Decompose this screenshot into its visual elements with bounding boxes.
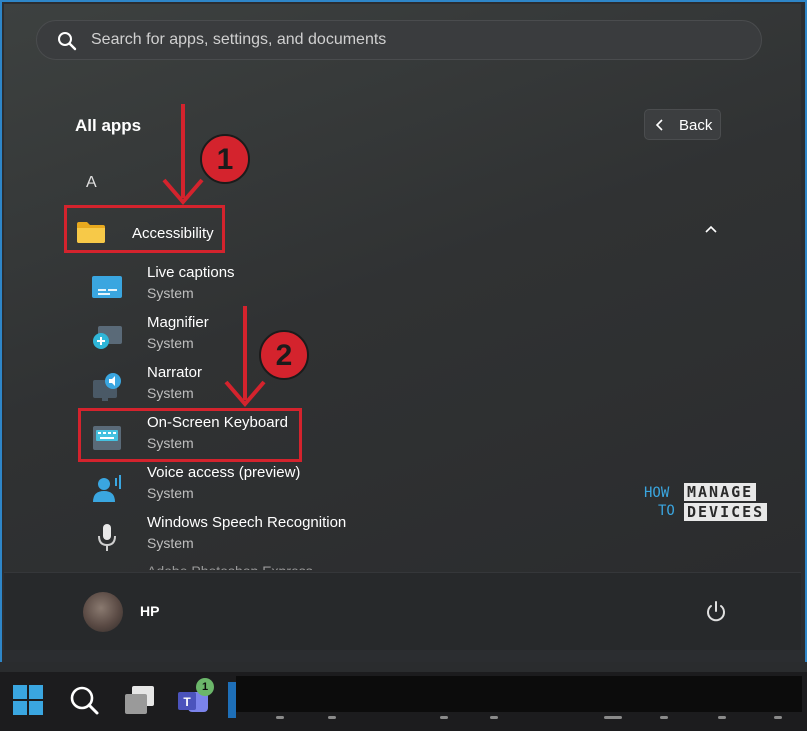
taskbar-divider bbox=[0, 662, 807, 672]
start-footer: HP bbox=[4, 572, 801, 650]
windows-start-icon[interactable] bbox=[10, 682, 46, 718]
watermark-text: HOW bbox=[644, 485, 670, 501]
all-apps-title: All apps bbox=[75, 116, 142, 135]
app-name: Magnifier bbox=[147, 314, 209, 331]
user-name[interactable]: HP bbox=[140, 603, 159, 619]
search-icon bbox=[58, 32, 77, 51]
watermark-text: TO bbox=[658, 503, 675, 519]
task-view-icon[interactable] bbox=[122, 682, 158, 718]
chevron-up-icon[interactable] bbox=[704, 224, 718, 234]
magnifier-icon bbox=[93, 326, 122, 349]
pinned-app-icon[interactable] bbox=[228, 682, 236, 718]
running-indicator bbox=[774, 716, 782, 719]
running-indicator bbox=[718, 716, 726, 719]
back-button-label: Back bbox=[679, 117, 713, 134]
search-icon[interactable] bbox=[66, 682, 102, 718]
taskbar: T 1 bbox=[0, 662, 807, 731]
app-category: System bbox=[147, 385, 194, 401]
running-indicator bbox=[276, 716, 284, 719]
voice-access-icon bbox=[93, 475, 121, 502]
app-name: Live captions bbox=[147, 264, 235, 281]
annotation-box-on-screen-keyboard bbox=[78, 408, 302, 462]
running-indicator bbox=[328, 716, 336, 719]
app-category: System bbox=[147, 285, 194, 301]
watermark-logo: HOW TO MANAGE DEVICES bbox=[644, 482, 774, 524]
microphone-icon bbox=[98, 524, 116, 551]
live-captions-icon bbox=[92, 276, 122, 298]
running-indicator bbox=[490, 716, 498, 719]
app-category: System bbox=[147, 535, 194, 551]
teams-app[interactable]: T 1 bbox=[176, 678, 214, 718]
taskbar-redacted-area bbox=[236, 676, 802, 712]
power-icon[interactable] bbox=[704, 600, 728, 624]
app-name: Narrator bbox=[147, 364, 203, 381]
notification-badge: 1 bbox=[196, 678, 214, 696]
running-indicator bbox=[604, 716, 622, 719]
step-badge-2: 2 bbox=[259, 330, 309, 380]
chevron-left-icon bbox=[655, 119, 663, 131]
svg-text:T: T bbox=[183, 695, 191, 709]
step-badge-1: 1 bbox=[200, 134, 250, 184]
app-name: Voice access (preview) bbox=[147, 464, 301, 481]
section-letter[interactable]: A bbox=[86, 174, 97, 192]
app-voice-access[interactable]: Voice access (preview) System bbox=[84, 464, 404, 510]
running-indicator bbox=[660, 716, 668, 719]
narrator-icon bbox=[93, 373, 121, 401]
watermark-text: MANAGE bbox=[684, 483, 757, 501]
user-avatar[interactable] bbox=[83, 592, 123, 632]
watermark-text: DEVICES bbox=[684, 503, 768, 521]
search-placeholder[interactable]: Search for apps, settings, and documents bbox=[91, 31, 386, 49]
search-box[interactable]: Search for apps, settings, and documents bbox=[36, 20, 762, 60]
app-name: Windows Speech Recognition bbox=[147, 514, 347, 531]
app-windows-speech-recognition[interactable]: Windows Speech Recognition System bbox=[84, 514, 404, 560]
back-button[interactable]: Back bbox=[644, 109, 721, 140]
start-menu: Search for apps, settings, and documents… bbox=[4, 4, 801, 650]
running-indicator bbox=[440, 716, 448, 719]
annotation-box-accessibility bbox=[64, 205, 225, 253]
app-category: System bbox=[147, 335, 194, 351]
next-app-partial[interactable]: Adobe Photoshop Express bbox=[147, 562, 313, 570]
app-category: System bbox=[147, 485, 194, 501]
